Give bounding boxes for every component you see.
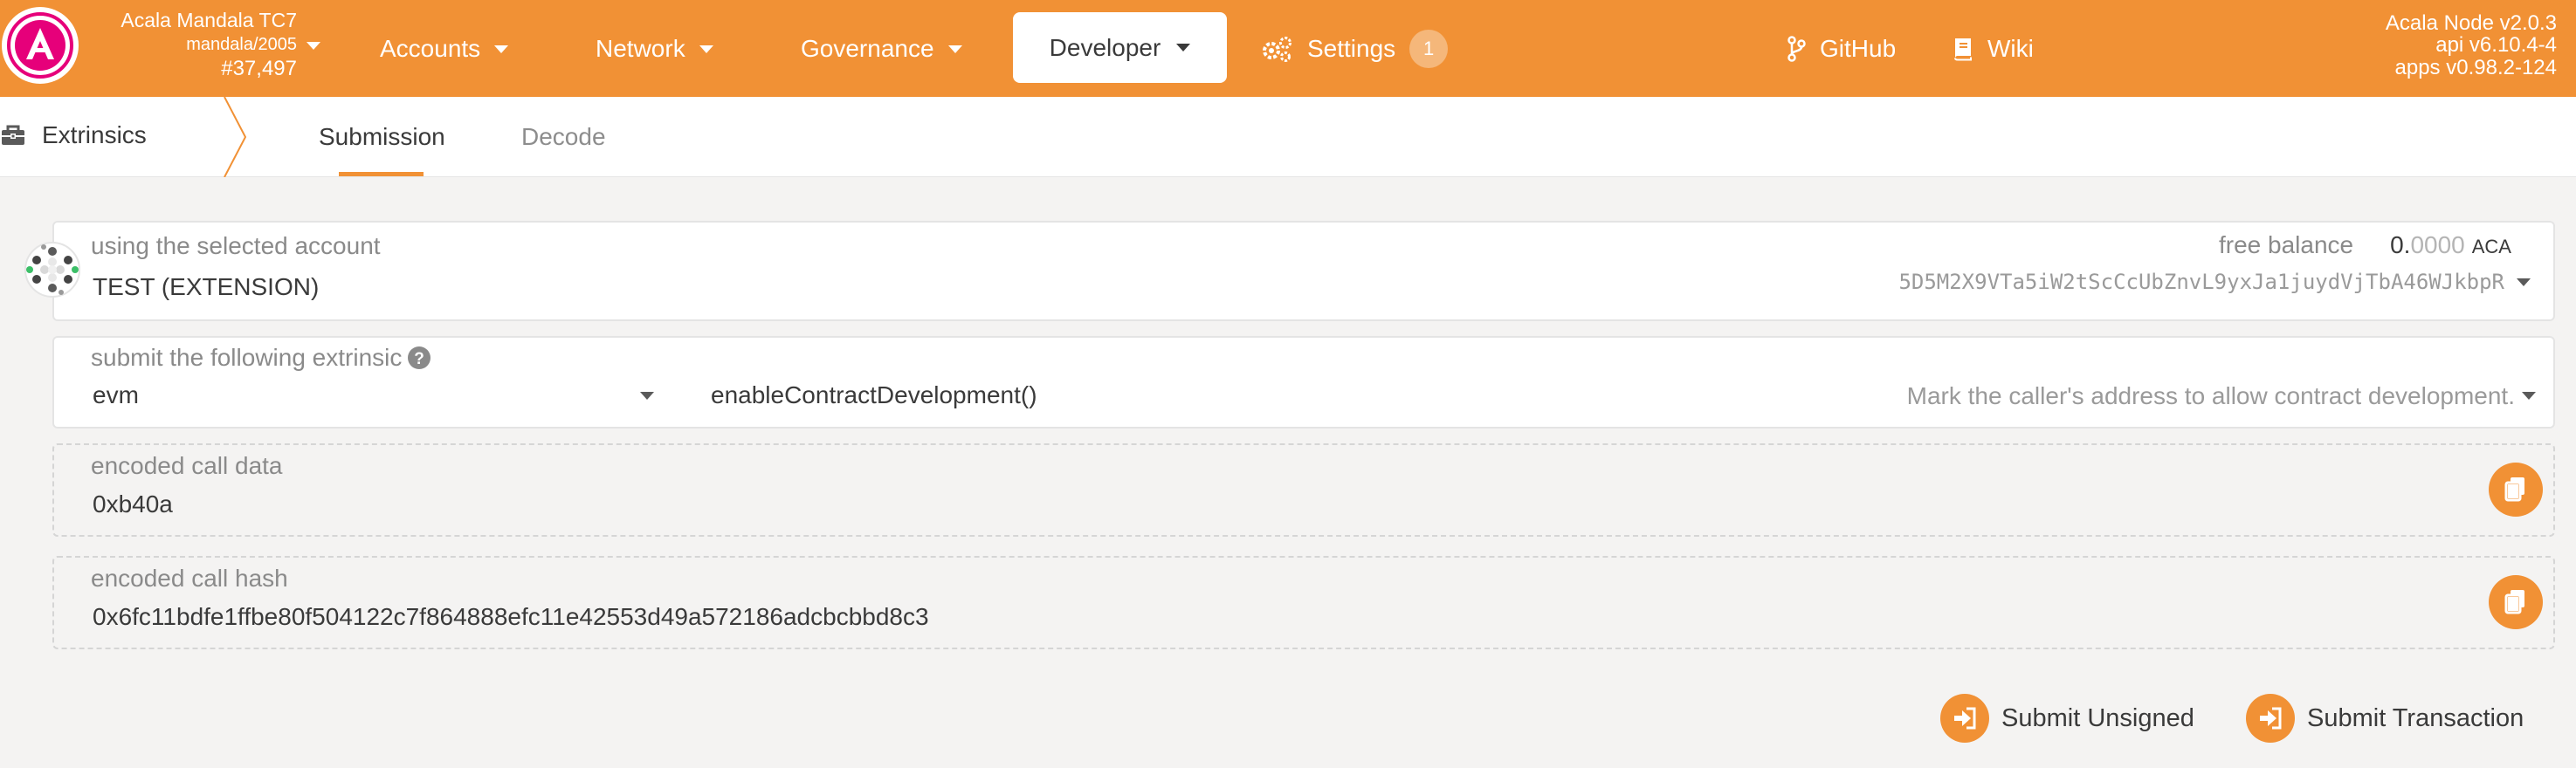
settings-badge: 1 (1409, 30, 1449, 68)
help-icon[interactable]: ? (407, 346, 431, 370)
top-bar: Acala Mandala TC7 mandala/2005 #37,497 A… (0, 0, 2576, 97)
encoded-call-hash: encoded call hash 0x6fc11bdfe1ffbe80f504… (52, 556, 2555, 649)
toolbox-icon (2, 125, 24, 145)
call-hash-value[interactable]: 0x6fc11bdfe1ffbe80f504122c7f864888efc11e… (93, 603, 929, 631)
free-balance: free balance 0. 0000 ACA (2219, 231, 2511, 259)
copy-icon (2504, 477, 2524, 502)
svg-text:?: ? (415, 350, 425, 368)
sub-nav: Extrinsics Submission Decode (0, 97, 2576, 177)
balance-decimals: 0000 (2410, 231, 2465, 258)
account-address: 5D5M2X9VTa5iW2tScCcUbZnvL9yxJa1juydVjTbA… (1898, 270, 2504, 294)
best-block: #37,497 (221, 57, 297, 80)
call-data-value[interactable]: 0xb40a (93, 490, 173, 518)
section-label: Extrinsics (42, 121, 147, 148)
nav-developer[interactable]: Developer (1013, 12, 1227, 83)
chain-selector[interactable]: Acala Mandala TC7 mandala/2005 #37,497 (87, 10, 297, 79)
account-name: TEST (EXTENSION) (93, 273, 320, 300)
tab-submission-label: Submission (319, 123, 445, 150)
account-chevron-down-icon[interactable] (2517, 278, 2531, 286)
account-label: using the selected account (91, 232, 381, 259)
chevron-down-icon (947, 45, 962, 53)
submit-transaction-button[interactable]: Submit Transaction (2246, 692, 2524, 744)
copy-icon (2504, 590, 2524, 614)
extrinsic-label-text: submit the following extrinsic (91, 344, 403, 371)
nav-accounts-label: Accounts (380, 35, 481, 62)
encoded-call-data: encoded call data 0xb40a (52, 443, 2555, 537)
submit-unsigned-button[interactable]: Submit Unsigned (1940, 692, 2194, 744)
copy-call-hash-button[interactable] (2489, 575, 2543, 629)
tab-decode[interactable]: Decode (521, 123, 606, 151)
nav-settings-label: Settings (1307, 35, 1396, 62)
method-chevron-down-icon (2522, 392, 2536, 400)
chain-chevron-down-icon[interactable] (307, 42, 320, 50)
nav-developer-label: Developer (1049, 33, 1161, 61)
account-selector[interactable]: using the selected account TEST (EXTENSI… (52, 221, 2555, 321)
balance-unit: ACA (2471, 236, 2511, 257)
version-info: Acala Node v2.0.3 api v6.10.4-4 apps v0.… (2386, 12, 2557, 79)
chevron-down-icon (699, 45, 713, 53)
gears-icon (1263, 37, 1291, 62)
module-value: evm (93, 381, 139, 408)
balance-integer: 0. (2390, 231, 2411, 258)
nav-network-label: Network (596, 35, 685, 62)
extrinsic-label: submit the following extrinsic ? (91, 344, 431, 372)
tab-decode-label: Decode (521, 123, 606, 150)
nav-github-label: GitHub (1820, 35, 1897, 62)
node-version: Acala Node v2.0.3 (2385, 11, 2557, 35)
section-extrinsics: Extrinsics (0, 121, 147, 149)
chevron-down-icon (1176, 44, 1191, 51)
module-select[interactable]: evm (54, 376, 660, 429)
submit-unsigned-label: Submit Unsigned (2001, 703, 2194, 732)
sign-in-icon (1940, 694, 1989, 743)
method-value: enableContractDevelopment() (711, 381, 1037, 408)
sign-in-icon (2246, 694, 2295, 743)
apps-version: apps v0.98.2-124 (2394, 55, 2557, 79)
call-data-label: encoded call data (91, 452, 283, 479)
nav-governance[interactable]: Governance (801, 26, 962, 72)
book-icon (1954, 38, 1972, 61)
active-tab-indicator (339, 172, 424, 176)
breadcrumb-separator-icon (224, 97, 247, 177)
nav-github[interactable]: GitHub (1787, 26, 1896, 72)
nav-wiki[interactable]: Wiki (1953, 26, 2034, 72)
extrinsic-selector: submit the following extrinsic ? evm ena… (52, 336, 2555, 429)
api-version: api v6.10.4-4 (2435, 33, 2557, 58)
tab-submission[interactable]: Submission (319, 123, 445, 151)
acala-logo[interactable] (2, 7, 79, 84)
chain-name: Acala Mandala TC7 (121, 9, 297, 31)
submit-transaction-label: Submit Transaction (2307, 703, 2524, 732)
nav-network[interactable]: Network (596, 26, 713, 72)
call-hash-label: encoded call hash (91, 565, 288, 592)
method-select[interactable]: enableContractDevelopment() Mark the cal… (678, 376, 2553, 429)
nav-accounts[interactable]: Accounts (380, 26, 509, 72)
nav-governance-label: Governance (801, 35, 934, 62)
chain-spec: mandala/2005 (186, 35, 297, 54)
nav-wiki-label: Wiki (1987, 35, 2034, 62)
method-description: Mark the caller's address to allow contr… (1906, 382, 2515, 409)
code-branch-icon (1787, 36, 1806, 62)
nav-settings[interactable]: Settings 1 (1260, 26, 1449, 72)
copy-call-data-button[interactable] (2489, 463, 2543, 517)
free-balance-label: free balance (2218, 231, 2354, 258)
account-avatar-icon (24, 242, 80, 298)
module-chevron-down-icon (640, 392, 654, 400)
chevron-down-icon (494, 45, 509, 53)
